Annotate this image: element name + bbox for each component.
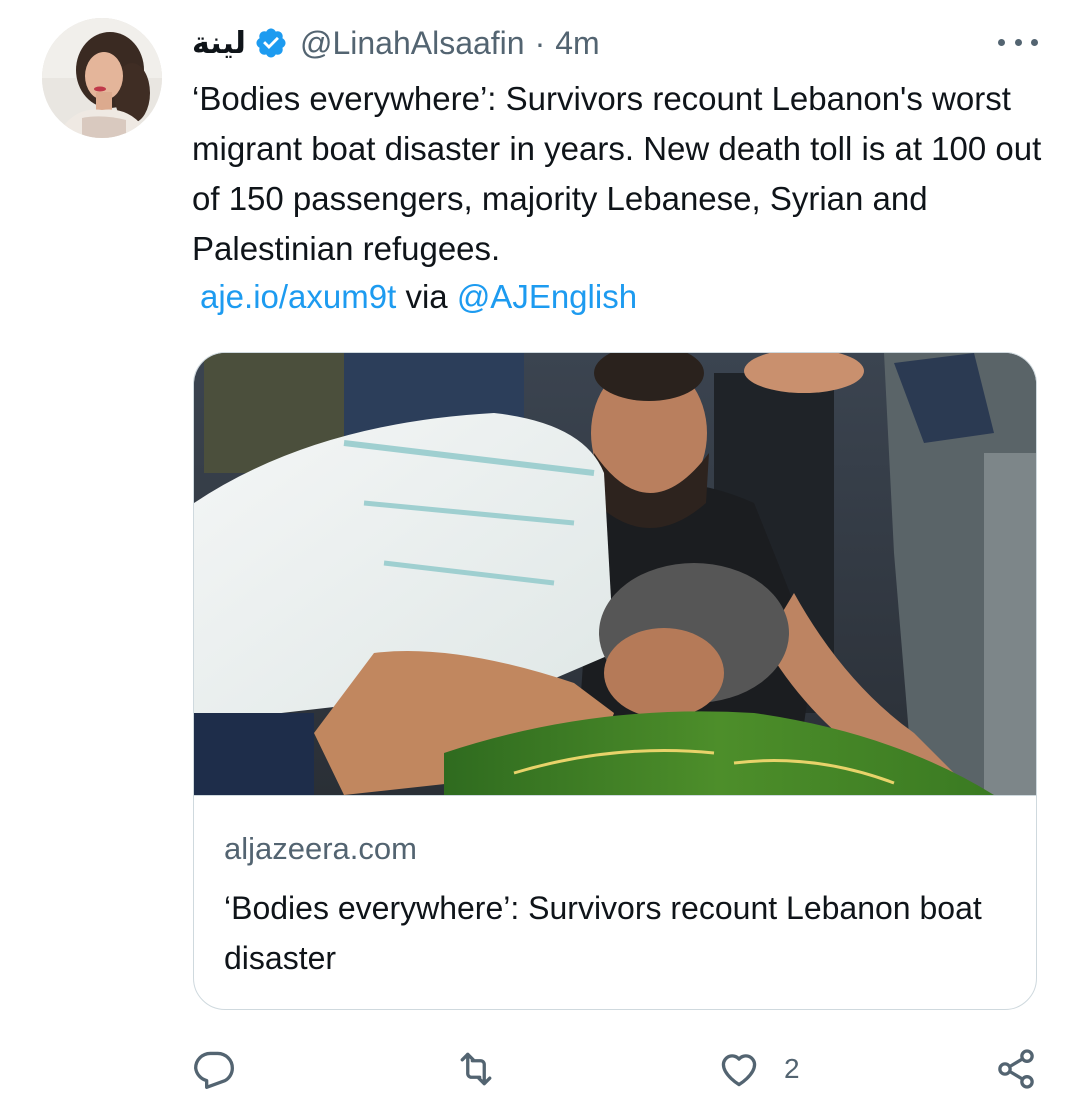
tweet-header: لينة @LinahAlsaafin · 4m: [192, 20, 600, 66]
user-handle[interactable]: @LinahAlsaafin: [300, 25, 525, 62]
more-dot: [998, 38, 1005, 46]
like-count: 2: [784, 1053, 800, 1084]
card-title: ‘Bodies everywhere’: Survivors recount L…: [224, 890, 982, 976]
reply-button[interactable]: [192, 1044, 236, 1094]
retweet-button[interactable]: [452, 1044, 500, 1094]
mention-link[interactable]: @AJEnglish: [457, 278, 637, 315]
more-dot: [1014, 38, 1022, 46]
via-label: via: [405, 278, 448, 315]
more-options-icon[interactable]: [998, 30, 1038, 54]
tweet-text: ‘Bodies everywhere’: Survivors recount L…: [192, 80, 1042, 267]
timestamp[interactable]: 4m: [555, 25, 599, 62]
avatar[interactable]: [42, 18, 162, 138]
link-preview-card[interactable]: aljazeera.com ‘Bodies everywhere’: Survi…: [193, 352, 1037, 1010]
more-dot: [1031, 38, 1038, 46]
card-domain: aljazeera.com: [224, 831, 417, 866]
retweet-icon: [460, 1052, 492, 1086]
share-icon: [998, 1049, 1034, 1089]
article-link[interactable]: aje.io/axum9t: [200, 278, 396, 315]
action-bar: 2: [0, 1044, 1080, 1094]
share-button[interactable]: [994, 1044, 1038, 1094]
display-name[interactable]: لينة: [192, 26, 246, 61]
tweet-links: aje.io/axum9t via @AJEnglish: [200, 272, 637, 322]
reply-icon: [194, 1051, 234, 1089]
heart-icon: [721, 1054, 757, 1087]
avatar-image: [42, 18, 162, 138]
verified-badge-icon: [254, 26, 288, 60]
separator-dot: ·: [534, 24, 546, 61]
like-button[interactable]: 2: [716, 1044, 800, 1094]
card-image: [194, 353, 1036, 796]
